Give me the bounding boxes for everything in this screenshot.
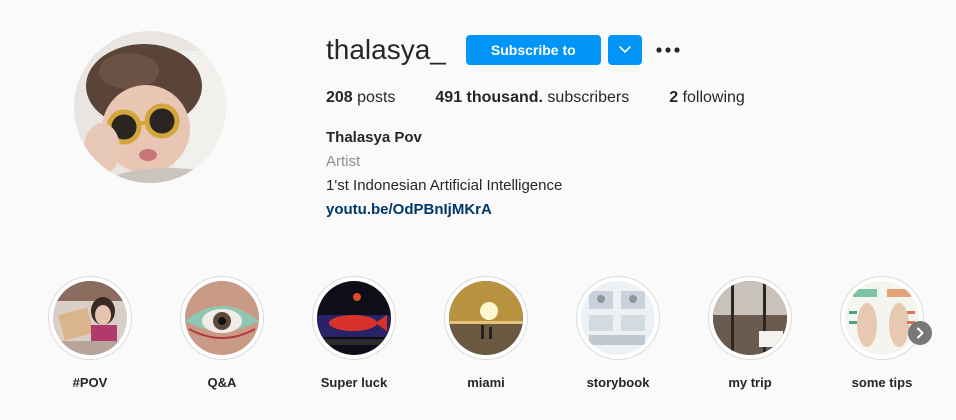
highlight-ring [708, 276, 792, 360]
highlight-ring [48, 276, 132, 360]
following-label: following [678, 89, 745, 106]
subscribers-count: 491 thousand. [435, 89, 543, 106]
highlight-item[interactable]: #POV [48, 276, 132, 390]
bio-link[interactable]: youtu.be/OdPBnIjMKrA [326, 201, 492, 218]
posts-stat[interactable]: 208 posts [326, 89, 395, 107]
highlight-ring [180, 276, 264, 360]
highlight-item[interactable]: Super luck [312, 276, 396, 390]
profile-header: thalasya_ Subscribe to [326, 30, 926, 70]
following-count: 2 [669, 89, 679, 106]
profile-stats: 208 posts 491 thousand. subscribers 2 fo… [326, 89, 926, 107]
highlight-cover-image [185, 281, 259, 355]
highlight-cover-image [449, 281, 523, 355]
highlight-item[interactable]: miami [444, 276, 528, 390]
more-options-icon [656, 47, 680, 53]
highlight-label: storybook [586, 375, 650, 390]
category-label: Artist [326, 153, 361, 170]
highlight-ring [312, 276, 396, 360]
chevron-down-icon [618, 46, 631, 54]
profile-avatar[interactable] [74, 31, 226, 183]
username: thalasya_ [326, 34, 446, 65]
highlight-label: some tips [851, 375, 913, 390]
subscribers-label: subscribers [542, 89, 630, 106]
chevron-right-icon [917, 327, 924, 339]
posts-count: 208 [326, 89, 353, 106]
profile-info: thalasya_ Subscribe to 208 posts 491 tho… [326, 30, 926, 222]
posts-label: posts [352, 89, 396, 106]
subscribers-stat[interactable]: 491 thousand. subscribers [435, 89, 629, 107]
profile-bio: Thalasya Pov Artist 1'st Indonesian Arti… [326, 126, 926, 222]
highlight-label: miami [467, 375, 505, 390]
highlight-cover-image [713, 281, 787, 355]
highlight-ring [840, 276, 924, 360]
avatar-image [74, 31, 226, 183]
highlight-label: #POV [72, 375, 108, 390]
highlight-label: Super luck [320, 375, 388, 390]
highlight-ring [576, 276, 660, 360]
subscribe-dropdown-button[interactable] [607, 35, 642, 65]
highlight-cover-image [53, 281, 127, 355]
highlight-item[interactable]: my trip [708, 276, 792, 390]
highlights-next-button[interactable] [908, 321, 932, 345]
highlight-cover-image [317, 281, 391, 355]
following-stat[interactable]: 2 following [669, 89, 745, 107]
highlight-ring [444, 276, 528, 360]
highlight-cover-image [845, 281, 919, 355]
subscribe-button[interactable]: Subscribe to [465, 35, 601, 65]
story-highlights: #POV Q&A Super luck miami storybook my t… [0, 276, 956, 396]
highlight-item[interactable]: storybook [576, 276, 660, 390]
bio-description: 1'st Indonesian Artificial Intelligence [326, 177, 563, 194]
highlight-label: my trip [728, 375, 772, 390]
highlight-label: Q&A [207, 375, 237, 390]
display-name: Thalasya Pov [326, 129, 422, 146]
highlight-cover-image [581, 281, 655, 355]
more-options-button[interactable] [656, 35, 680, 65]
highlight-item[interactable]: Q&A [180, 276, 264, 390]
